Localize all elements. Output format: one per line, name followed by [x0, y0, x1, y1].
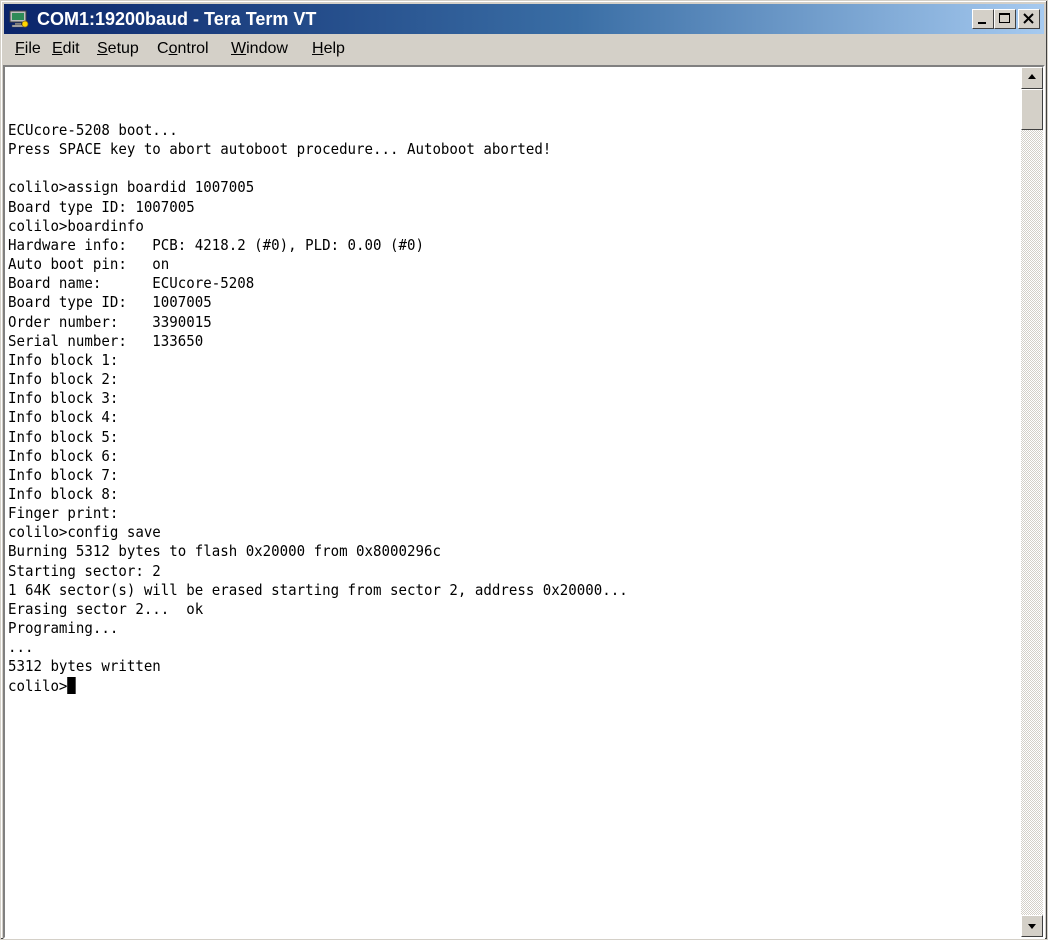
terminal-line: Starting sector: 2: [8, 561, 161, 580]
terminal-line: 5312 bytes written: [8, 657, 161, 676]
terminal-line: Info block 8:: [8, 484, 119, 503]
terminal-line: colilo>assign boardid 1007005: [8, 178, 255, 197]
terminal-line: Programing...: [8, 619, 119, 638]
tera-term-window: COM1:19200baud - Tera Term VT File Edit …: [0, 0, 1048, 940]
terminal-line: ECUcore-5208 boot...: [8, 121, 178, 139]
terminal-prompt: colilo>: [8, 676, 68, 695]
terminal-line: Board type ID: 1007005: [8, 197, 195, 216]
terminal-line: 1 64K sector(s) will be erased starting …: [8, 580, 628, 599]
terminal-line: colilo>boardinfo: [8, 216, 144, 235]
terminal-line: Info block 2:: [8, 370, 119, 389]
terminal-line: Info block 3:: [8, 389, 119, 408]
close-button[interactable]: [1018, 9, 1040, 29]
scroll-up-button[interactable]: [1021, 67, 1043, 89]
maximize-button[interactable]: [994, 9, 1016, 29]
terminal-line: Finger print:: [8, 504, 119, 523]
terminal-line: Burning 5312 bytes to flash 0x20000 from…: [8, 542, 441, 561]
terminal-line: colilo>config save: [8, 523, 161, 542]
tera-term-icon[interactable]: [9, 9, 29, 29]
terminal-screen[interactable]: ECUcore-5208 boot... Press SPACE key to …: [5, 67, 1021, 937]
terminal-lines: ECUcore-5208 boot... Press SPACE key to …: [8, 121, 628, 675]
scroll-thumb[interactable]: [1021, 89, 1043, 130]
menu-bar: File Edit Setup Control Window Help: [4, 35, 1044, 62]
terminal-line: Info block 1:: [8, 350, 119, 369]
minimize-button[interactable]: [972, 9, 994, 29]
terminal-line: Info block 7:: [8, 465, 119, 484]
text-cursor: [67, 676, 76, 694]
terminal-line: Info block 5:: [8, 427, 119, 446]
terminal-line: Board type ID: 1007005: [8, 293, 212, 312]
terminal-line: Hardware info: PCB: 4218.2 (#0), PLD: 0.…: [8, 235, 424, 254]
scroll-down-button[interactable]: [1021, 915, 1043, 937]
terminal-line: Board name: ECUcore-5208: [8, 274, 255, 293]
terminal-line: Order number: 3390015: [8, 312, 212, 331]
menu-help[interactable]: Help: [312, 39, 345, 59]
terminal-line: Erasing sector 2... ok: [8, 599, 204, 618]
window-title: COM1:19200baud - Tera Term VT: [37, 9, 317, 29]
terminal-line: Auto boot pin: on: [8, 255, 170, 274]
vertical-scrollbar[interactable]: [1021, 67, 1043, 937]
terminal-line: Info block 4:: [8, 408, 119, 427]
terminal-line: ...: [8, 638, 34, 657]
menu-file[interactable]: File: [15, 39, 41, 59]
menu-window[interactable]: Window: [231, 39, 288, 59]
terminal-line: Serial number: 133650: [8, 331, 204, 350]
menu-edit[interactable]: Edit: [52, 39, 80, 59]
title-bar[interactable]: COM1:19200baud - Tera Term VT: [4, 4, 1044, 34]
menu-control[interactable]: Control: [157, 39, 209, 59]
terminal-line: Press SPACE key to abort autoboot proced…: [8, 140, 552, 159]
menu-setup[interactable]: Setup: [97, 39, 139, 59]
terminal-output: ECUcore-5208 boot... Press SPACE key to …: [8, 121, 628, 696]
terminal-line: Info block 6:: [8, 446, 119, 465]
